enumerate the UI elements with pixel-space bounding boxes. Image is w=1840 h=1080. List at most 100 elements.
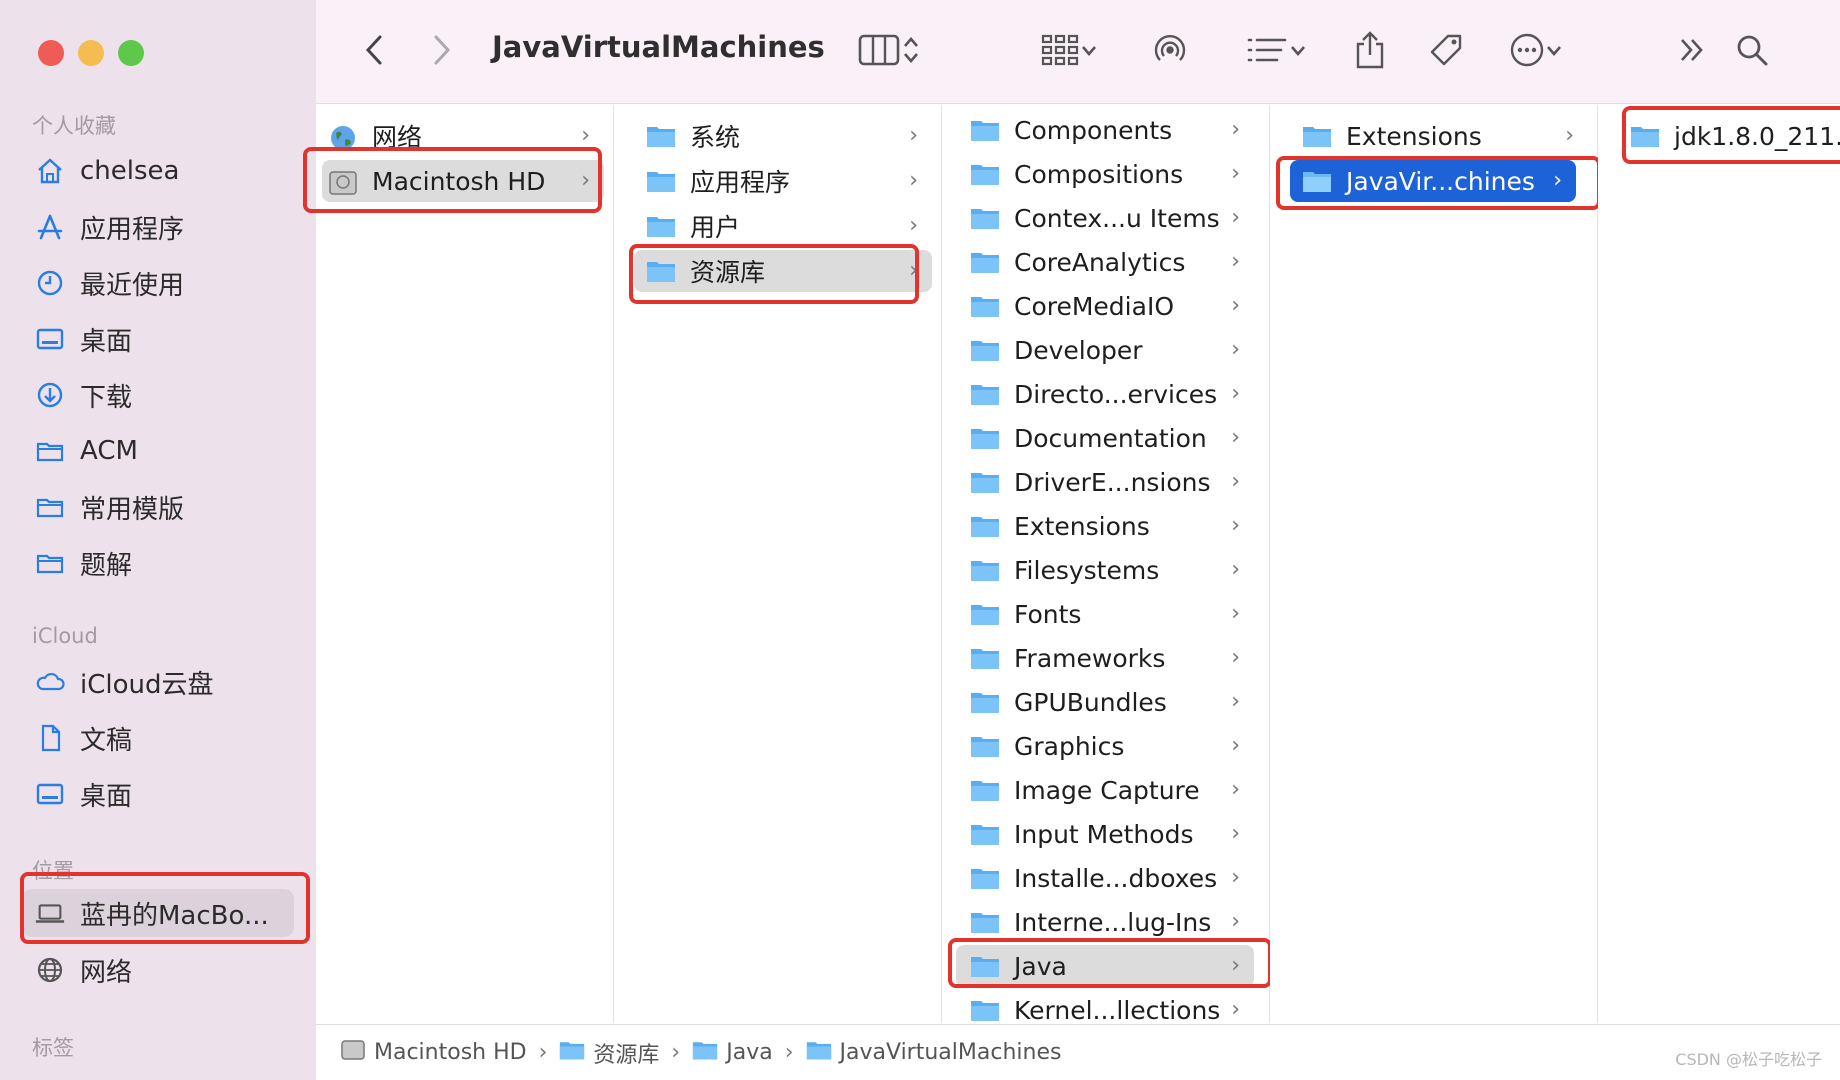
- column-item[interactable]: Installe...dboxes ›: [956, 857, 1254, 899]
- sidebar-item-icloud-drive[interactable]: iCloud云盘: [34, 658, 214, 706]
- column-item[interactable]: Directo...ervices ›: [956, 373, 1254, 415]
- sidebar-item-label: 网络: [80, 957, 133, 988]
- column-item[interactable]: 系统 ›: [634, 115, 932, 157]
- airdrop-button[interactable]: [1142, 26, 1198, 78]
- column-item[interactable]: Graphics ›: [956, 725, 1254, 767]
- column-item-label: 网络: [372, 123, 423, 152]
- sidebar-item-recents[interactable]: 最近使用: [34, 259, 184, 307]
- share-button[interactable]: [1342, 26, 1398, 78]
- path-crumb-label: 资源库: [593, 1042, 660, 1068]
- column-item[interactable]: GPUBundles ›: [956, 681, 1254, 723]
- chevron-down-icon: [1080, 43, 1098, 62]
- path-bar: Macintosh HD › 资源库 › Java › JavaVirtualM…: [316, 1024, 1840, 1080]
- column-item[interactable]: Compositions ›: [956, 153, 1254, 195]
- sidebar-item-acm[interactable]: ACM: [34, 427, 138, 475]
- column-item-selected[interactable]: 资源库 ›: [634, 250, 932, 292]
- disk-icon: [328, 169, 358, 195]
- column-item-selected[interactable]: JavaVir...chines ›: [1290, 160, 1576, 202]
- tag-button[interactable]: [1418, 26, 1474, 78]
- sidebar-item-network[interactable]: 网络: [34, 946, 132, 994]
- column-item[interactable]: Interne...lug-Ins ›: [956, 901, 1254, 943]
- path-crumb-label: Macintosh HD: [374, 1040, 527, 1065]
- column-item[interactable]: Filesystems ›: [956, 549, 1254, 591]
- sidebar-item-downloads[interactable]: 下载: [34, 371, 132, 419]
- column-item-label: Interne...lug-Ins: [1014, 907, 1212, 937]
- chevron-right-icon: ›: [1231, 777, 1240, 802]
- sidebar-item-documents[interactable]: 文稿: [34, 714, 132, 762]
- sidebar-item-home[interactable]: chelsea: [34, 147, 179, 195]
- group-button[interactable]: [1032, 26, 1106, 78]
- path-crumb[interactable]: JavaVirtualMachines: [806, 1039, 1062, 1067]
- forward-button[interactable]: [422, 26, 462, 78]
- chevron-right-icon: ›: [909, 258, 918, 283]
- column-item[interactable]: CoreAnalytics ›: [956, 241, 1254, 283]
- column-item[interactable]: Contex...u Items ›: [956, 197, 1254, 239]
- up-down-chevron-icon: [902, 34, 920, 70]
- path-crumb-label: JavaVirtualMachines: [839, 1040, 1062, 1065]
- sidebar-item-label: 桌面: [80, 326, 133, 357]
- sort-options-button[interactable]: [1226, 26, 1326, 78]
- column-2: 系统 › 应用程序 › 用户 › 资源库 ›: [614, 105, 942, 1023]
- path-separator-icon: ›: [784, 1040, 794, 1065]
- path-crumb[interactable]: Java: [692, 1039, 773, 1067]
- column-item[interactable]: CoreMediaIO ›: [956, 285, 1254, 327]
- sidebar-item-label: 桌面: [80, 781, 133, 812]
- column-item[interactable]: Extensions ›: [956, 505, 1254, 547]
- close-window-button[interactable]: [38, 40, 64, 66]
- column-item[interactable]: Frameworks ›: [956, 637, 1254, 679]
- sidebar-item-solutions[interactable]: 题解: [34, 539, 132, 587]
- airdrop-icon: [1150, 30, 1190, 74]
- folder-icon: [970, 646, 1000, 670]
- home-icon: [34, 155, 66, 187]
- column-item-label: Directo...ervices: [1014, 379, 1218, 409]
- more-actions-button[interactable]: [1496, 26, 1576, 78]
- column-item[interactable]: Documentation ›: [956, 417, 1254, 459]
- network-icon: [34, 954, 66, 986]
- column-item[interactable]: Developer ›: [956, 329, 1254, 371]
- column-item[interactable]: Input Methods ›: [956, 813, 1254, 855]
- chevron-right-icon: ›: [1231, 689, 1240, 714]
- search-button[interactable]: [1728, 26, 1776, 78]
- folder-icon: [970, 338, 1000, 362]
- column-item[interactable]: DriverE...nsions ›: [956, 461, 1254, 503]
- column-item[interactable]: Components ›: [956, 109, 1254, 151]
- column-item-label: 资源库: [690, 258, 766, 287]
- column-item[interactable]: Image Capture ›: [956, 769, 1254, 811]
- column-item[interactable]: 用户 ›: [634, 205, 932, 247]
- sidebar-item-desktop[interactable]: 桌面: [34, 315, 132, 363]
- chevron-right-icon: ›: [581, 123, 590, 148]
- column-item[interactable]: 应用程序 ›: [634, 160, 932, 202]
- toolbar-overflow-button[interactable]: [1670, 26, 1714, 78]
- chevron-right-icon: ›: [1231, 909, 1240, 934]
- column-item[interactable]: Fonts ›: [956, 593, 1254, 635]
- folder-icon: [646, 169, 676, 193]
- path-crumb[interactable]: Macintosh HD: [340, 1038, 527, 1068]
- folder-icon: [970, 778, 1000, 802]
- sidebar-item-applications[interactable]: 应用程序: [34, 203, 184, 251]
- column-item[interactable]: 网络 ›: [322, 115, 604, 157]
- column-item-selected[interactable]: Macintosh HD ›: [322, 160, 604, 202]
- list-icon: [1245, 35, 1289, 69]
- sidebar-item-templates[interactable]: 常用模版: [34, 483, 184, 531]
- view-mode-button[interactable]: [846, 26, 932, 78]
- folder-icon: [970, 514, 1000, 538]
- chevron-right-icon: ›: [1231, 249, 1240, 274]
- column-item-label: CoreAnalytics: [1014, 247, 1186, 277]
- minimize-window-button[interactable]: [78, 40, 104, 66]
- column-item-label: Components: [1014, 115, 1173, 145]
- column-item[interactable]: jdk1.8.0_211.jd: [1618, 115, 1840, 157]
- back-button[interactable]: [354, 26, 394, 78]
- sidebar: 个人收藏 chelsea 应用程序 最近使用 桌面 下载 ACM 常用模版 题解…: [0, 0, 316, 1080]
- column-item[interactable]: Kernel...llections ›: [956, 989, 1254, 1023]
- folder-icon: [970, 558, 1000, 582]
- zoom-window-button[interactable]: [118, 40, 144, 66]
- chevron-right-icon: ›: [1231, 865, 1240, 890]
- chevron-right-icon: ›: [1553, 168, 1562, 193]
- column-item[interactable]: Extensions ›: [1290, 115, 1588, 157]
- folder-icon: [970, 382, 1000, 406]
- sidebar-item-macbook[interactable]: 蓝冉的MacBo...: [22, 889, 294, 937]
- desktop-icon: [34, 323, 66, 355]
- path-crumb[interactable]: 资源库: [559, 1037, 659, 1069]
- column-item-selected[interactable]: Java ›: [956, 945, 1254, 987]
- sidebar-item-icloud-desktop[interactable]: 桌面: [34, 770, 132, 818]
